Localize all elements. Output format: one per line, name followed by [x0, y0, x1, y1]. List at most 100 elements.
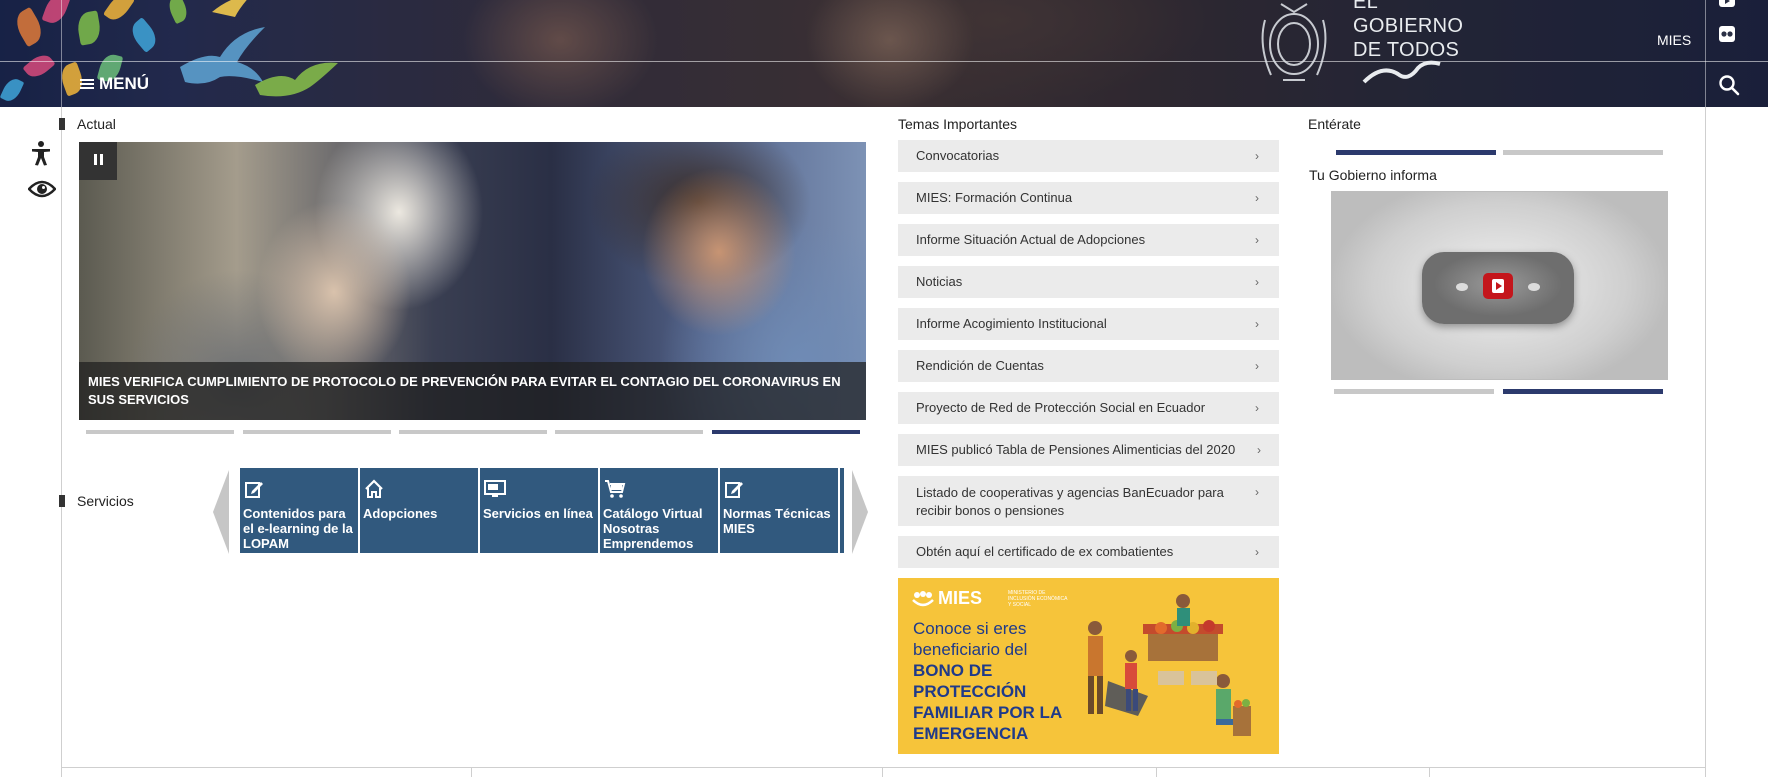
- topic-label: MIES: Formación Continua: [916, 190, 1073, 205]
- video-slide-indicator[interactable]: [1334, 389, 1494, 394]
- topic-label: Listado de cooperativas y agencias BanEc…: [916, 485, 1224, 518]
- topic-label: Proyecto de Red de Protección Social en …: [916, 400, 1206, 415]
- topic-label: Obtén aquí el certificado de ex combatie…: [916, 544, 1174, 559]
- slider-indicator[interactable]: [555, 430, 703, 434]
- topic-label: MIES publicó Tabla de Pensiones Alimenti…: [916, 442, 1236, 457]
- topic-item[interactable]: Proyecto de Red de Protección Social en …: [898, 392, 1279, 424]
- services-prev-arrow[interactable]: [213, 470, 229, 554]
- mies-header-link[interactable]: MIES: [1657, 32, 1691, 48]
- chevron-right-icon: ›: [1255, 359, 1259, 373]
- service-label: Servicios en línea: [483, 506, 593, 521]
- slider-indicator[interactable]: [399, 430, 547, 434]
- video-slide-indicator-active[interactable]: [1503, 389, 1663, 394]
- site-header: MENÚ EL GOBIERNO DE TODOS MIES: [0, 0, 1768, 107]
- topic-label: Noticias: [916, 274, 963, 289]
- header-divider-horizontal: [0, 61, 1768, 62]
- chevron-right-icon: ›: [1255, 233, 1259, 247]
- edit-icon: [725, 482, 743, 498]
- mies-logo-icon: [912, 591, 934, 607]
- cart-icon: [605, 480, 626, 498]
- services-next-arrow[interactable]: [852, 470, 868, 554]
- slider-indicator-active[interactable]: [712, 430, 860, 434]
- topic-label: Informe Acogimiento Institucional: [916, 316, 1107, 331]
- topic-item[interactable]: Noticias ›: [898, 266, 1279, 298]
- video-player-thumbnail[interactable]: [1331, 191, 1668, 380]
- youtube-icon[interactable]: [1718, 0, 1736, 8]
- enterate-tab-indicator-active[interactable]: [1336, 150, 1496, 155]
- topic-item[interactable]: MIES publicó Tabla de Pensiones Alimenti…: [898, 434, 1279, 466]
- section-title-enterate: Entérate: [1308, 116, 1361, 132]
- service-card[interactable]: Servicios en línea: [480, 468, 598, 553]
- monitor-icon: [484, 480, 506, 497]
- service-label: Catálogo Virtual Nosotras Emprendemos: [603, 506, 703, 551]
- youtube-play-icon[interactable]: [1483, 273, 1513, 299]
- bono-proteccion-banner[interactable]: MIES MINISTERIO DE INCLUSIÓN ECONÓMICA Y…: [898, 578, 1279, 754]
- chevron-right-icon: ›: [1255, 275, 1259, 289]
- content-frame-right: [1705, 107, 1706, 777]
- topic-label: Rendición de Cuentas: [916, 358, 1044, 373]
- flickr-icon[interactable]: [1718, 25, 1736, 43]
- enterate-tab-indicator[interactable]: [1503, 150, 1663, 155]
- slider-pause-button[interactable]: [79, 142, 117, 180]
- topic-item[interactable]: Rendición de Cuentas ›: [898, 350, 1279, 382]
- topic-item[interactable]: Convocatorias ›: [898, 140, 1279, 172]
- home-icon: [365, 479, 383, 498]
- header-divider-vertical: [1705, 0, 1706, 107]
- banner-illustration: [1088, 594, 1251, 736]
- search-icon[interactable]: [1718, 74, 1740, 96]
- service-card-partial[interactable]: [840, 468, 844, 553]
- section-title-actual: Actual: [77, 116, 116, 132]
- menu-icon: [80, 77, 94, 91]
- video-section-title: Tu Gobierno informa: [1309, 167, 1437, 183]
- menu-button[interactable]: MENÚ: [80, 74, 149, 94]
- section-title-servicios: Servicios: [77, 493, 134, 509]
- footer-divider: [471, 767, 472, 777]
- service-card[interactable]: Catálogo Virtual Nosotras Emprendemos: [600, 468, 718, 553]
- accessibility-person-icon[interactable]: [28, 140, 54, 166]
- slider-caption[interactable]: MIES VERIFICA CUMPLIMIENTO DE PROTOCOLO …: [79, 362, 866, 420]
- gov-logo-line: DE TODOS: [1353, 39, 1460, 61]
- footer-divider: [882, 767, 883, 777]
- section-marker: [59, 118, 65, 130]
- chevron-right-icon: ›: [1255, 317, 1259, 331]
- content-frame-bottom: [61, 767, 1706, 768]
- video-placeholder-dot: [1528, 283, 1540, 291]
- video-placeholder-dot: [1456, 283, 1468, 291]
- gobierno-de-todos-logo: EL GOBIERNO DE TODOS: [1353, 0, 1463, 62]
- topic-item[interactable]: Informe Situación Actual de Adopciones ›: [898, 224, 1279, 256]
- service-card[interactable]: Normas Técnicas MIES: [720, 468, 838, 553]
- topic-item[interactable]: Listado de cooperativas y agencias BanEc…: [898, 476, 1279, 526]
- pause-icon: [92, 152, 104, 170]
- service-card[interactable]: Adopciones: [360, 468, 478, 553]
- visibility-eye-icon[interactable]: [28, 178, 56, 200]
- service-card[interactable]: Contenidos para el e-learning de la LOPA…: [240, 468, 358, 553]
- banner-mies-logo: MIES: [938, 588, 983, 608]
- content-frame-left: [61, 107, 62, 777]
- service-label: Adopciones: [363, 506, 438, 521]
- bird-decoration-icon: [212, 0, 247, 17]
- topic-item[interactable]: Obtén aquí el certificado de ex combatie…: [898, 536, 1279, 568]
- footer-divider: [1429, 767, 1430, 777]
- chevron-right-icon: ›: [1255, 485, 1259, 499]
- ecuador-seal-icon: [1261, 3, 1327, 81]
- header-divider-vertical: [61, 0, 62, 107]
- slider-indicator[interactable]: [86, 430, 234, 434]
- gov-logo-line: EL: [1353, 0, 1379, 13]
- chevron-right-icon: ›: [1257, 443, 1261, 457]
- bird-decoration-icon: [255, 62, 338, 97]
- banner-text-intro: Conoce si eres beneficiario del: [913, 619, 1028, 659]
- menu-label: MENÚ: [99, 74, 150, 93]
- chevron-right-icon: ›: [1255, 545, 1259, 559]
- gov-logo-line: GOBIERNO: [1353, 15, 1464, 37]
- topic-item[interactable]: Informe Acogimiento Institucional ›: [898, 308, 1279, 340]
- footer-divider: [1156, 767, 1157, 777]
- service-label: Normas Técnicas MIES: [723, 506, 831, 536]
- banner-mies-subtitle: MINISTERIO DE INCLUSIÓN ECONÓMICA Y SOCI…: [1008, 590, 1068, 608]
- slider-indicator[interactable]: [243, 430, 391, 434]
- section-title-temas: Temas Importantes: [898, 116, 1018, 132]
- edit-icon: [245, 482, 263, 498]
- chevron-right-icon: ›: [1255, 149, 1259, 163]
- section-marker: [59, 495, 65, 507]
- topic-label: Convocatorias: [916, 148, 1000, 163]
- topic-item[interactable]: MIES: Formación Continua ›: [898, 182, 1279, 214]
